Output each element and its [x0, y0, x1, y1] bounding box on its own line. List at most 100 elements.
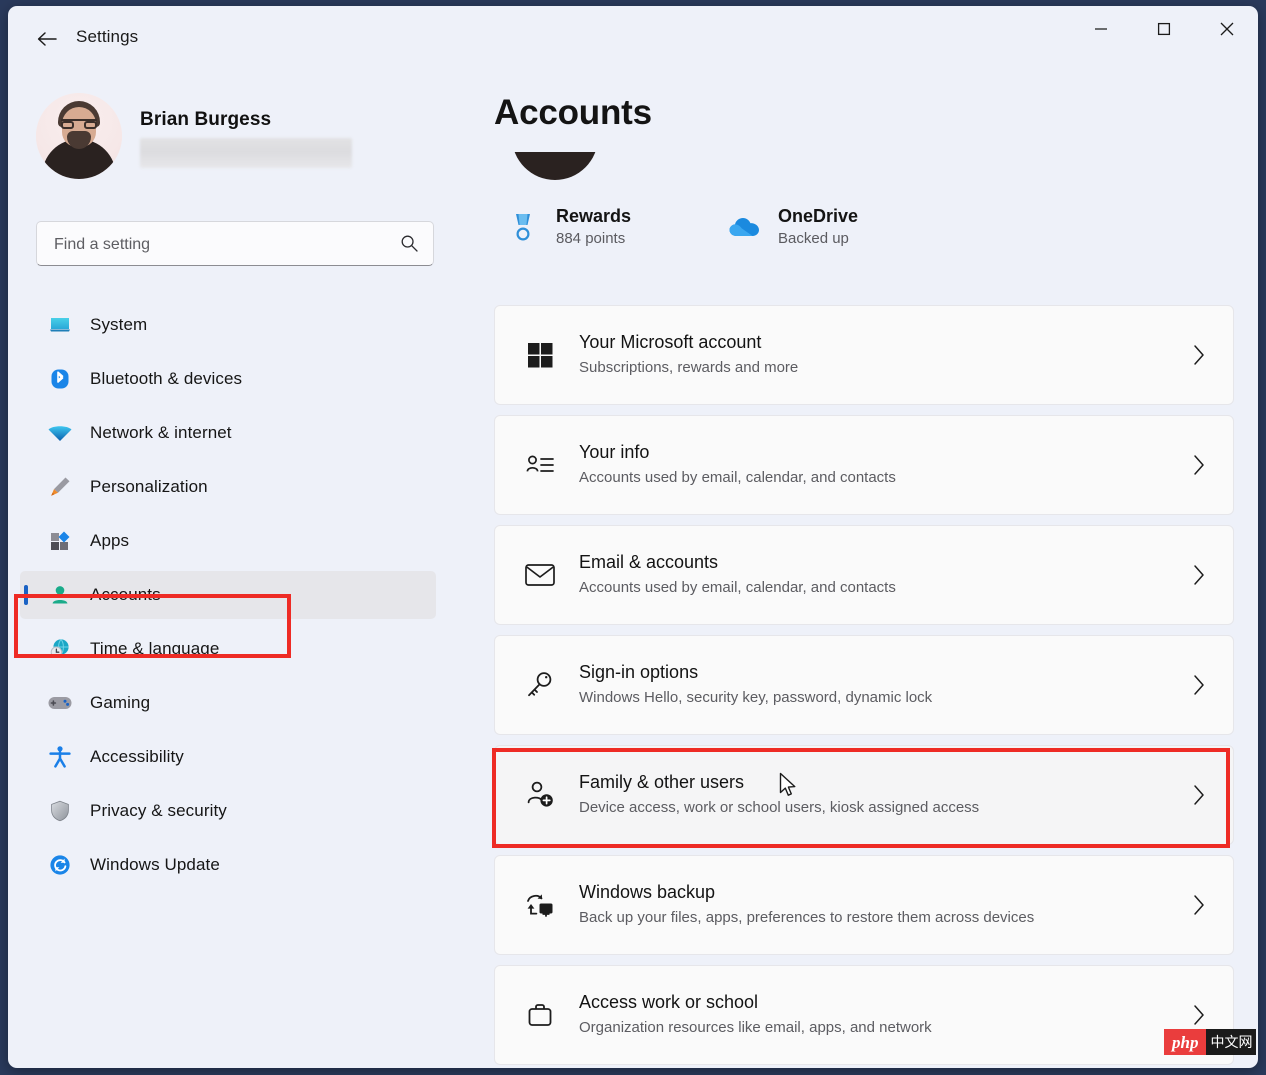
card-access-work-or-school[interactable]: Access work or school Organization resou… — [494, 965, 1234, 1065]
globe-clock-icon — [46, 637, 74, 661]
chevron-right-icon[interactable] — [1191, 674, 1207, 696]
card-title: Sign-in options — [579, 662, 699, 683]
sidebar: Brian Burgess Find a setting System Blue… — [8, 70, 476, 1068]
sidebar-nav: System Bluetooth & devices Network & int… — [8, 295, 476, 895]
sidebar-item-label: Personalization — [90, 477, 208, 496]
accessibility-icon — [46, 745, 74, 769]
update-icon — [46, 853, 74, 877]
profile-email-redacted — [140, 138, 352, 168]
back-arrow-icon — [36, 30, 58, 48]
profile-name: Brian Burgess — [140, 109, 272, 130]
sidebar-item-label: Time & language — [90, 639, 220, 658]
settings-card-list: Your Microsoft account Subscriptions, re… — [494, 305, 1242, 1068]
paintbrush-icon — [46, 475, 74, 499]
sidebar-item-personalization[interactable]: Personalization — [20, 463, 436, 511]
add-user-icon — [518, 780, 562, 810]
sidebar-item-label: Privacy & security — [90, 801, 227, 820]
briefcase-icon — [518, 1001, 562, 1029]
sidebar-item-label: Accessibility — [90, 747, 184, 766]
card-title: Your Microsoft account — [579, 332, 762, 353]
avatar — [36, 93, 122, 179]
back-button[interactable] — [30, 22, 64, 56]
card-title: Windows backup — [579, 882, 716, 903]
card-sign-in-options[interactable]: Sign-in options Windows Hello, security … — [494, 635, 1234, 735]
sidebar-item-network-internet[interactable]: Network & internet — [20, 409, 436, 457]
maximize-button[interactable] — [1132, 6, 1195, 52]
envelope-icon — [518, 562, 562, 588]
minimize-icon — [1094, 22, 1108, 36]
rewards-link[interactable]: Rewards 884 points — [504, 205, 631, 250]
chevron-right-icon[interactable] — [1191, 564, 1207, 586]
sidebar-item-privacy-security[interactable]: Privacy & security — [20, 787, 436, 835]
sidebar-item-label: Gaming — [90, 693, 151, 712]
chevron-right-icon[interactable] — [1191, 344, 1207, 366]
close-icon — [1219, 21, 1235, 37]
window-controls — [1069, 6, 1258, 52]
card-title: Email & accounts — [579, 552, 719, 573]
monitor-icon — [46, 313, 74, 337]
watermark-suffix: 中文网 — [1206, 1029, 1257, 1055]
card-title: Your info — [579, 442, 650, 463]
chevron-right-icon[interactable] — [1191, 1004, 1207, 1026]
maximize-icon — [1157, 22, 1171, 36]
card-subtitle: Device access, work or school users, kio… — [579, 798, 980, 816]
apps-icon — [46, 529, 74, 553]
search-box[interactable] — [36, 221, 434, 267]
chevron-right-icon[interactable] — [1191, 454, 1207, 476]
sidebar-item-gaming[interactable]: Gaming — [20, 679, 436, 727]
card-subtitle: Accounts used by email, calendar, and co… — [579, 578, 896, 596]
onedrive-cloud-icon — [726, 207, 764, 249]
card-your-microsoft-account[interactable]: Your Microsoft account Subscriptions, re… — [494, 305, 1234, 405]
sidebar-item-windows-update[interactable]: Windows Update — [20, 841, 436, 889]
chevron-right-icon[interactable] — [1191, 784, 1207, 806]
wifi-icon — [46, 421, 74, 445]
search-icon — [400, 234, 419, 258]
shield-icon — [46, 799, 74, 823]
watermark-brand: php — [1164, 1029, 1207, 1055]
sidebar-item-label: Accounts — [90, 585, 161, 604]
onedrive-link[interactable]: OneDrive Backed up — [726, 205, 858, 250]
card-family-other-users[interactable]: Family & other users Device access, work… — [494, 745, 1234, 845]
medal-icon — [504, 207, 542, 249]
sidebar-item-label: Apps — [90, 531, 130, 550]
sidebar-item-label: System — [90, 315, 148, 334]
quick-links-row: Rewards 884 points OneDrive Backed up — [494, 205, 1234, 267]
sidebar-item-system[interactable]: System — [20, 301, 436, 349]
close-button[interactable] — [1195, 6, 1258, 52]
selected-indicator — [24, 585, 28, 605]
rewards-subtitle: 884 points — [556, 229, 626, 247]
sidebar-item-label: Windows Update — [90, 855, 220, 874]
sidebar-item-accessibility[interactable]: Accessibility — [20, 733, 436, 781]
card-title: Family & other users — [579, 772, 745, 793]
card-subtitle: Back up your files, apps, preferences to… — [579, 908, 1035, 926]
sidebar-item-bluetooth-devices[interactable]: Bluetooth & devices — [20, 355, 436, 403]
sidebar-item-time-language[interactable]: Time & language — [20, 625, 436, 673]
card-windows-backup[interactable]: Windows backup Back up your files, apps,… — [494, 855, 1234, 955]
title-bar: Settings — [8, 6, 1258, 70]
card-subtitle: Organization resources like email, apps,… — [579, 1018, 932, 1036]
card-subtitle: Windows Hello, security key, password, d… — [579, 688, 933, 706]
sidebar-item-label: Bluetooth & devices — [90, 369, 243, 388]
contact-card-icon — [518, 451, 562, 479]
key-icon — [518, 670, 562, 700]
card-subtitle: Subscriptions, rewards and more — [579, 358, 799, 376]
profile-block[interactable]: Brian Burgess — [36, 93, 436, 179]
card-title: Access work or school — [579, 992, 759, 1013]
chevron-right-icon[interactable] — [1191, 894, 1207, 916]
minimize-button[interactable] — [1069, 6, 1132, 52]
card-email-accounts[interactable]: Email & accounts Accounts used by email,… — [494, 525, 1234, 625]
gamepad-icon — [46, 692, 74, 714]
search-input[interactable] — [52, 222, 386, 267]
onedrive-title: OneDrive — [778, 206, 859, 226]
sidebar-item-label: Network & internet — [90, 423, 232, 442]
sidebar-item-accounts[interactable]: Accounts — [20, 571, 436, 619]
screen: Settings Brian Burgess Find a setting Sy… — [0, 0, 1266, 1075]
sidebar-item-apps[interactable]: Apps — [20, 517, 436, 565]
main-content: Accounts Rewards 884 points OneDrive Bac… — [476, 70, 1258, 1068]
card-subtitle: Accounts used by email, calendar, and co… — [579, 468, 896, 486]
person-icon — [46, 583, 74, 607]
window-title: Settings — [76, 27, 139, 46]
card-your-info[interactable]: Your info Accounts used by email, calend… — [494, 415, 1234, 515]
settings-window: Settings Brian Burgess Find a setting Sy… — [8, 6, 1258, 1068]
watermark: php 中文网 — [1164, 1029, 1257, 1055]
